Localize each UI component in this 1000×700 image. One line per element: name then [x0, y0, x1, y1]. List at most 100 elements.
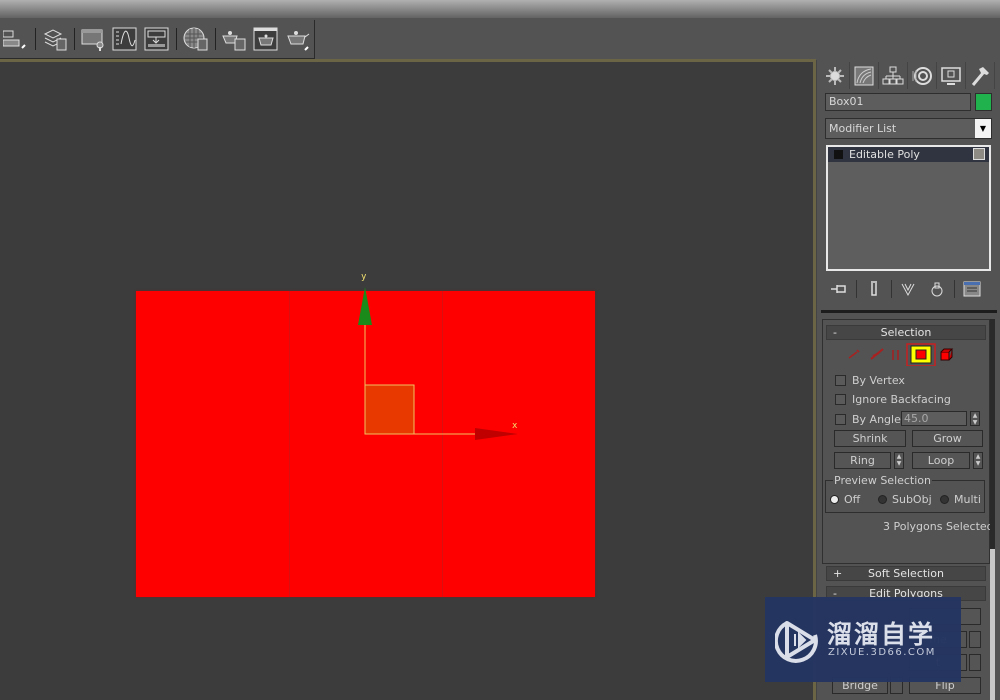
- inset-settings-button[interactable]: [969, 654, 981, 671]
- utilities-icon: [971, 66, 989, 86]
- by-angle-checkbox[interactable]: [835, 413, 846, 425]
- polygon-edge: [289, 291, 290, 597]
- move-gizmo[interactable]: y x: [340, 272, 540, 472]
- modifier-list-dropdown[interactable]: Modifier List ▼: [825, 118, 992, 139]
- angle-spinner[interactable]: ▲ ▼: [970, 411, 980, 426]
- toolbar-separator: [954, 280, 955, 298]
- ignore-backfacing-checkbox[interactable]: [835, 393, 846, 405]
- title-bar: [0, 0, 1000, 20]
- polygon-level-button[interactable]: [910, 345, 932, 364]
- expand-icon: +: [833, 567, 843, 580]
- preview-off-option[interactable]: Off: [830, 492, 860, 506]
- expand-icon[interactable]: [834, 150, 843, 159]
- loop-spinner[interactable]: ▲ ▼: [973, 452, 983, 469]
- pin-stack-button[interactable]: [829, 279, 849, 299]
- play-logo-icon: [775, 621, 818, 663]
- xy-plane-handle[interactable]: [364, 384, 415, 435]
- configure-modifier-sets-button[interactable]: [962, 279, 982, 299]
- render-production-button[interactable]: [285, 25, 311, 53]
- remove-modifier-button[interactable]: [927, 279, 947, 299]
- modifier-list-label: Modifier List: [829, 122, 897, 135]
- subobject-level-buttons: [848, 343, 954, 366]
- modify-icon: [854, 66, 874, 85]
- angle-value-field[interactable]: 45.0: [901, 411, 967, 426]
- rendered-frame-icon: [253, 27, 278, 51]
- soft-selection-title: Soft Selection: [868, 567, 944, 580]
- x-axis-label: x: [512, 421, 518, 431]
- modifier-stack-item[interactable]: Editable Poly: [828, 147, 989, 162]
- command-panel-scrollbar[interactable]: [990, 319, 995, 700]
- rendered-frame-window-button[interactable]: [253, 25, 279, 53]
- show-end-result-icon: [871, 281, 877, 296]
- stack-toolbar: [825, 277, 995, 301]
- layers-icon: [43, 29, 66, 51]
- material-editor-icon: [183, 27, 207, 51]
- align-icon: [3, 30, 26, 49]
- modify-tab[interactable]: [850, 62, 879, 89]
- modifier-stack: Editable Poly: [826, 145, 991, 271]
- toolbar-separator: [35, 28, 36, 50]
- collapse-icon: -: [833, 326, 837, 339]
- ring-button[interactable]: Ring: [834, 452, 891, 469]
- selection-rollout-header[interactable]: - Selection: [826, 325, 986, 340]
- watermark-overlay: 溜溜自学 ZIXUE.3D66.COM: [765, 597, 961, 682]
- by-angle-option: By Angle:: [835, 412, 905, 426]
- preview-multi-label: Multi: [954, 492, 981, 506]
- toolbar-separator: [73, 28, 74, 50]
- preview-subobj-radio[interactable]: [878, 494, 887, 504]
- preview-multi-radio[interactable]: [940, 494, 949, 504]
- by-vertex-option: By Vertex: [835, 373, 905, 387]
- render-setup-icon: [222, 31, 246, 51]
- object-name-field[interactable]: Box01: [825, 93, 971, 111]
- toolbar-separator: [214, 28, 215, 50]
- configure-modifier-sets-icon: [963, 281, 981, 297]
- scene-explorer-button[interactable]: [80, 25, 106, 53]
- command-panel-tabs: [821, 62, 999, 89]
- hierarchy-icon: [882, 66, 904, 84]
- watermark-title: 溜溜自学: [827, 620, 936, 649]
- hierarchy-tab[interactable]: [879, 62, 908, 89]
- preview-off-radio[interactable]: [830, 494, 839, 504]
- make-unique-button[interactable]: [899, 279, 919, 299]
- make-unique-icon: [901, 283, 915, 297]
- chevron-down-icon[interactable]: ▼: [975, 119, 991, 138]
- border-level-button[interactable]: [892, 350, 899, 360]
- material-editor-button[interactable]: [183, 25, 209, 53]
- remove-modifier-icon: [931, 282, 943, 297]
- pin-stack-icon: [831, 285, 846, 293]
- manage-layers-button[interactable]: [42, 25, 68, 53]
- schematic-icon: [144, 27, 169, 51]
- render-setup-button[interactable]: [221, 25, 247, 53]
- motion-tab[interactable]: [908, 62, 937, 89]
- schematic-view-button[interactable]: [144, 25, 170, 53]
- ring-spinner[interactable]: ▲ ▼: [894, 452, 904, 469]
- object-color-swatch[interactable]: [975, 93, 992, 111]
- y-axis-arrow[interactable]: [358, 287, 372, 325]
- by-vertex-checkbox[interactable]: [835, 374, 846, 386]
- edge-level-button[interactable]: [870, 348, 884, 360]
- display-tab[interactable]: [937, 62, 966, 89]
- preview-multi-option[interactable]: Multi: [940, 492, 981, 506]
- toolbar-separator: [856, 280, 857, 298]
- create-tab[interactable]: [821, 62, 850, 89]
- soft-selection-rollout-header[interactable]: + Soft Selection: [826, 566, 986, 581]
- preview-subobj-option[interactable]: SubObj: [878, 492, 932, 506]
- element-level-button[interactable]: [940, 348, 954, 361]
- show-end-result-button[interactable]: [864, 279, 884, 299]
- shrink-button[interactable]: Shrink: [834, 430, 906, 447]
- curve-editor-button[interactable]: [112, 25, 138, 53]
- loop-button[interactable]: Loop: [912, 452, 970, 469]
- grow-button[interactable]: Grow: [912, 430, 983, 447]
- preview-off-label: Off: [844, 492, 861, 506]
- perspective-viewport[interactable]: y x: [0, 59, 816, 700]
- bevel-settings-button[interactable]: [969, 631, 981, 648]
- scrollbar-thumb[interactable]: [990, 549, 995, 700]
- align-button[interactable]: [3, 25, 29, 53]
- modifier-stack-item-label: Editable Poly: [849, 148, 920, 161]
- display-icon: [941, 66, 961, 85]
- modifier-toggle-icon[interactable]: [973, 148, 985, 160]
- main-toolbar: [0, 20, 315, 59]
- utilities-tab[interactable]: [966, 62, 995, 89]
- ignore-backfacing-option: Ignore Backfacing: [835, 392, 951, 406]
- vertex-level-button[interactable]: [848, 349, 860, 359]
